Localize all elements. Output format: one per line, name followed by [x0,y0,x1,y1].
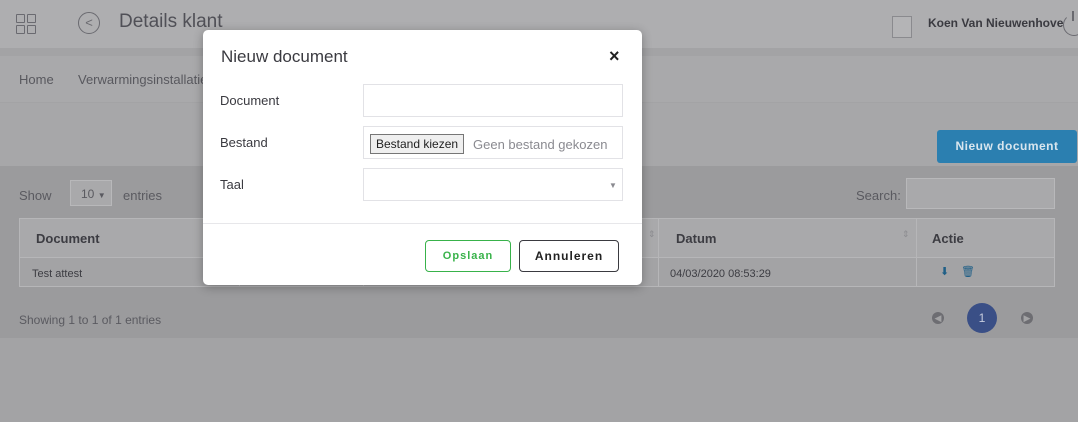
cancel-button[interactable]: Annuleren [519,240,619,272]
search-label: Search: [856,188,901,203]
choose-file-button[interactable]: Bestand kiezen [370,134,465,154]
modal-title: Nieuw document [221,47,348,66]
previous-page-icon[interactable]: ◀ [932,312,944,324]
notification-icon[interactable] [892,16,912,38]
search-input[interactable] [906,178,1055,209]
modal-divider [203,223,642,224]
close-icon[interactable]: × [609,46,620,67]
trash-icon[interactable]: 🗑 [961,265,975,278]
column-divider [658,219,659,287]
document-label: Document [220,93,280,108]
entries-label: entries [123,188,163,203]
table-info: Showing 1 to 1 of 1 entries [19,313,162,327]
breadcrumb-current[interactable]: Verwarmingsinstallaties [78,72,214,87]
user-name[interactable]: Koen Van Nieuwenhove [928,16,1063,30]
apps-grid-icon[interactable] [16,14,38,34]
next-page-icon[interactable]: ▶ [1021,312,1033,324]
language-select[interactable] [363,168,623,201]
column-actie: Actie [932,231,964,246]
save-button[interactable]: Opslaan [425,240,511,272]
bestand-label: Bestand [220,135,268,150]
download-icon[interactable]: ⬇ [940,265,949,278]
document-field[interactable] [363,84,623,117]
taal-label: Taal [220,177,244,192]
column-document[interactable]: Document [36,231,100,246]
power-icon[interactable] [1063,11,1078,36]
file-status: Geen bestand gekozen [473,137,608,152]
breadcrumb-home[interactable]: Home [19,72,54,87]
length-value: 10 [81,187,95,201]
chevron-down-icon: ▼ [609,181,617,190]
show-label: Show [19,188,52,203]
chevron-down-icon: ▼ [97,191,106,200]
back-icon[interactable]: < [78,12,100,34]
column-divider [916,219,917,287]
entries-length-select[interactable]: 10 ▼ [70,180,112,206]
cell-datum: 04/03/2020 08:53:29 [670,268,771,280]
column-datum[interactable]: Datum [676,231,716,246]
new-document-button[interactable]: Nieuw document [937,130,1077,163]
page-button[interactable]: 1 [967,303,997,333]
cell-document: Test attest [32,268,83,280]
sort-icon[interactable]: ⇕ [902,229,910,240]
sort-icon[interactable]: ⇕ [648,229,656,240]
